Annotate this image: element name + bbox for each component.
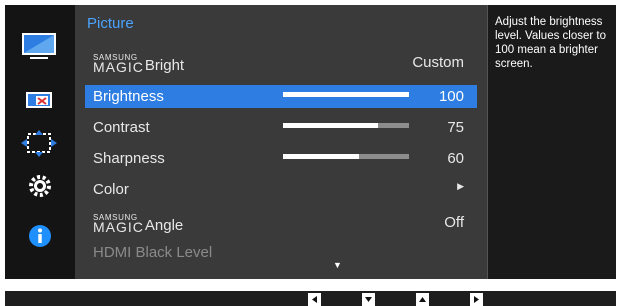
up-button[interactable] [416,293,429,306]
brightness-value: 100 [438,88,464,105]
sharpness-label: Sharpness [93,150,165,167]
menu-item-hdmi-black-level: HDMI Black Level [85,241,477,264]
brightness-label: Brightness [93,88,164,105]
contrast-value: 75 [447,119,464,136]
arrow-right-icon [474,296,479,303]
right-button[interactable] [470,293,483,306]
picture-menu-panel: Picture SAMSUNG MAGIC Bright Custom Brig… [75,5,487,279]
hdmi-black-level-label: HDMI Black Level [93,244,213,261]
menu-item-contrast[interactable]: Contrast 75 [85,116,477,139]
sharpness-value: 60 [447,150,464,167]
information-icon[interactable] [28,224,52,248]
position-size-icon[interactable] [21,130,57,158]
contrast-label: Contrast [93,119,150,136]
brightness-slider-fill [283,92,409,97]
onscreen-display-icon[interactable] [25,90,53,110]
magic-angle-value: Off [444,214,464,231]
menu-item-magic-angle[interactable]: SAMSUNG MAGIC Angle Off [85,211,477,235]
color-label: Color [93,181,129,198]
sharpness-slider-fill [283,154,359,159]
down-button[interactable] [362,293,375,306]
help-text: Adjust the brightness level. Values clos… [495,16,607,70]
setup-reset-icon[interactable] [29,175,51,197]
brightness-slider[interactable] [283,92,409,97]
menu-item-sharpness[interactable]: Sharpness 60 [85,147,477,170]
magic-bright-label: SAMSUNG MAGIC Bright [93,53,185,75]
menu-item-magic-bright[interactable]: SAMSUNG MAGIC Bright Custom [85,51,477,75]
contrast-slider[interactable] [283,123,409,128]
magic-angle-label: SAMSUNG MAGIC Angle [93,213,184,235]
arrow-left-icon [312,296,317,303]
contrast-slider-fill [283,123,378,128]
samsung-magic-logo: SAMSUNG MAGIC [93,213,144,235]
scroll-down-arrow-icon[interactable]: ▼ [333,260,342,270]
menu-item-brightness[interactable]: Brightness 100 [85,85,477,108]
menu-sidebar [5,5,75,279]
sharpness-slider[interactable] [283,154,409,159]
samsung-magic-logo: SAMSUNG MAGIC [93,53,144,75]
submenu-arrow-icon: ▶ [457,181,464,191]
left-button[interactable] [308,293,321,306]
help-panel: Adjust the brightness level. Values clos… [487,5,616,279]
menu-item-color[interactable]: Color ▶ [85,178,477,201]
menu-title: Picture [87,15,134,32]
osd-menu: Picture SAMSUNG MAGIC Bright Custom Brig… [5,5,616,279]
picture-icon[interactable] [20,32,58,62]
arrow-down-icon [365,297,372,302]
arrow-up-icon [419,297,426,302]
navigation-button-bar [5,291,616,306]
magic-bright-value: Custom [412,54,464,71]
